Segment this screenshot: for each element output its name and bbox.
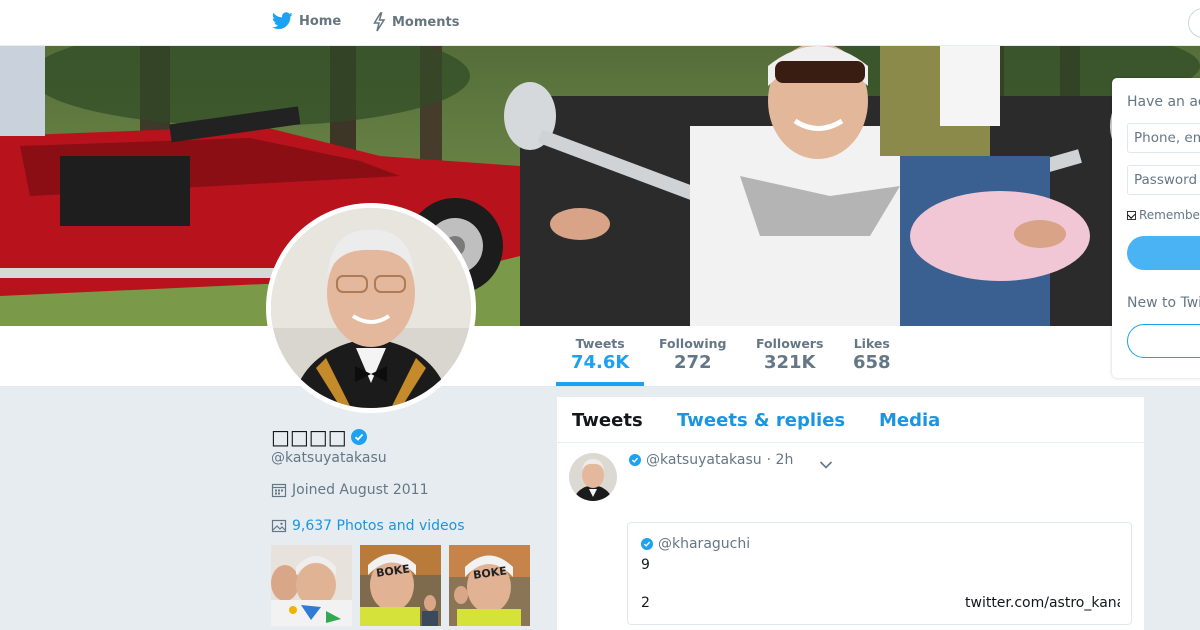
tab-tweets-and-replies[interactable]: Tweets & replies bbox=[677, 410, 845, 431]
media-thumbnail[interactable] bbox=[271, 545, 352, 626]
verified-badge-icon bbox=[641, 538, 653, 550]
quoted-tweet-link[interactable]: twitter.com/astro_kana... bbox=[965, 595, 1120, 611]
stat-followers-value: 321K bbox=[763, 352, 816, 373]
timeline-tabs: Tweets Tweets & replies Media bbox=[557, 397, 1144, 443]
tweet-author-handle[interactable]: @katsuyatakasu bbox=[646, 452, 762, 468]
profile-avatar[interactable] bbox=[266, 203, 476, 413]
lightning-icon bbox=[373, 12, 386, 32]
tweet-author-avatar[interactable] bbox=[569, 453, 617, 501]
remember-me-label: Remember me bbox=[1139, 208, 1200, 222]
stat-likes-value: 658 bbox=[853, 352, 891, 373]
media-thumbnail[interactable]: BOKE bbox=[449, 545, 530, 626]
joined-date-text: Joined August 2011 bbox=[292, 482, 429, 498]
stat-tweets-label: Tweets bbox=[575, 336, 625, 351]
stat-followers-label: Followers bbox=[756, 336, 824, 351]
search-button-edge[interactable] bbox=[1188, 8, 1200, 38]
profile-display-name: □□□□ bbox=[271, 425, 367, 449]
nav-moments-label: Moments bbox=[392, 14, 460, 30]
login-username-field[interactable]: Phone, email or username bbox=[1127, 123, 1200, 153]
stat-following-label: Following bbox=[659, 336, 727, 351]
stat-tweets[interactable]: Tweets 74.6K bbox=[571, 336, 629, 373]
photos-and-videos-link[interactable]: 9,637 Photos and videos bbox=[271, 518, 465, 534]
quoted-tweet-handle: @kharaguchi bbox=[658, 536, 751, 552]
calendar-icon bbox=[271, 483, 287, 498]
media-thumbnail[interactable]: BOKE bbox=[360, 545, 441, 626]
quoted-tweet[interactable]: @kharaguchi 9 2 twitter.com/astro_kana..… bbox=[627, 522, 1132, 625]
verified-badge-icon bbox=[629, 454, 641, 466]
profile-joined-date: Joined August 2011 bbox=[271, 482, 428, 498]
quoted-tweet-text-line: 2 bbox=[641, 595, 650, 611]
nav-home-link[interactable]: Home bbox=[272, 12, 341, 30]
quoted-tweet-text-line: 9 bbox=[641, 557, 650, 573]
tweet-menu-button[interactable] bbox=[819, 455, 833, 474]
display-name-text: □□□□ bbox=[271, 425, 347, 449]
tweet-header: @katsuyatakasu · 2h bbox=[629, 452, 793, 468]
tab-media[interactable]: Media bbox=[879, 410, 940, 431]
stat-following-value: 272 bbox=[673, 352, 712, 373]
verified-badge-icon bbox=[350, 429, 367, 445]
remember-me-checkbox[interactable]: Remember me bbox=[1127, 208, 1200, 222]
stat-tweets-value: 74.6K bbox=[571, 352, 630, 373]
active-stat-underline bbox=[556, 382, 644, 386]
timeline-panel: Tweets Tweets & replies Media @katsuyata… bbox=[557, 397, 1144, 630]
photo-icon bbox=[271, 519, 287, 533]
stat-likes-label: Likes bbox=[853, 336, 890, 351]
login-password-field[interactable]: Password bbox=[1127, 165, 1200, 195]
tab-tweets[interactable]: Tweets bbox=[572, 410, 643, 431]
photos-link-text: 9,637 Photos and videos bbox=[292, 518, 465, 534]
top-navigation: Home Moments bbox=[0, 0, 1200, 46]
profile-handle[interactable]: @katsuyatakasu bbox=[271, 450, 387, 466]
nav-moments-link[interactable]: Moments bbox=[372, 12, 459, 32]
signup-button[interactable] bbox=[1127, 324, 1200, 358]
stat-following[interactable]: Following 272 bbox=[659, 336, 726, 373]
signup-prompt: New to Twitter? bbox=[1127, 295, 1200, 311]
chevron-down-icon bbox=[819, 461, 833, 469]
stat-followers[interactable]: Followers 321K bbox=[756, 336, 823, 373]
login-panel: Have an account? Phone, email or usernam… bbox=[1112, 78, 1200, 378]
stat-likes[interactable]: Likes 658 bbox=[853, 336, 891, 373]
checkbox-icon bbox=[1127, 210, 1136, 220]
profile-banner bbox=[0, 46, 1200, 326]
nav-home-label: Home bbox=[299, 13, 342, 29]
quoted-tweet-header: @kharaguchi bbox=[641, 536, 750, 552]
tweet-timestamp[interactable]: · 2h bbox=[767, 452, 794, 468]
login-button[interactable] bbox=[1127, 236, 1200, 270]
login-title: Have an account? bbox=[1127, 94, 1200, 110]
twitter-bird-icon bbox=[272, 12, 293, 30]
